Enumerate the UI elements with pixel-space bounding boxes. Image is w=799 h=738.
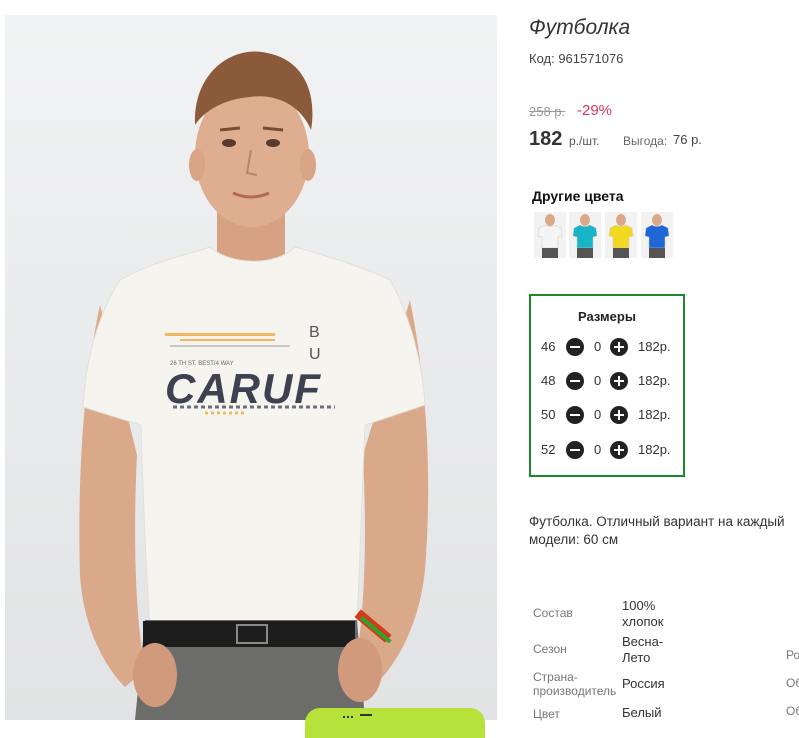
product-code: Код: 961571076 (529, 51, 624, 66)
cart-icon (343, 716, 353, 722)
product-photo[interactable]: 26 TH ST. BEST/4 WAY B U CARUF (5, 15, 497, 720)
spec-label-line: Страна- (533, 670, 578, 684)
spec-label-line: производитель (533, 684, 617, 698)
size-price: 182р. (638, 407, 671, 422)
sizes-panel: Размеры 46 0 182р. 48 0 182р. 50 0 182р.… (529, 294, 685, 477)
minus-icon (570, 449, 580, 451)
cut-off-label: Об (786, 704, 799, 718)
cart-label-fragment (360, 714, 372, 716)
decrease-quantity-button[interactable] (566, 372, 584, 390)
spec-value-line: хлопок (622, 614, 664, 629)
size-price: 182р. (638, 373, 671, 388)
spec-value-line: Россия (622, 676, 665, 691)
minus-icon (570, 346, 580, 348)
color-swatch-blue[interactable] (641, 212, 673, 258)
quantity-value: 0 (594, 442, 602, 457)
spec-value-line: Лето (622, 650, 651, 665)
size-label: 46 (541, 339, 556, 354)
swatch-model-image (534, 212, 566, 258)
price-unit: р./шт. (569, 134, 600, 148)
other-colors-title: Другие цвета (532, 188, 624, 204)
spec-value: 100% хлопок (622, 598, 663, 630)
description-line: модели: 60 см (529, 532, 619, 547)
quantity-value: 0 (594, 373, 602, 388)
spec-value: Весна- Лето (622, 634, 663, 666)
minus-icon (570, 380, 580, 382)
tshirt-letter-b: B (309, 324, 320, 341)
quantity-value: 0 (594, 339, 602, 354)
spec-label: Страна- производитель (533, 670, 616, 698)
size-label: 48 (541, 373, 556, 388)
saving-value: 76 р. (673, 132, 702, 147)
old-price: 258 р. (529, 104, 566, 119)
cut-off-label: Ро (786, 648, 799, 662)
spec-label: Состав (533, 606, 573, 620)
size-price: 182р. (638, 442, 671, 457)
tshirt-letter-u: U (309, 346, 321, 363)
increase-quantity-button[interactable] (610, 372, 628, 390)
spec-value: Россия (622, 676, 665, 692)
size-row: 46 0 182р. (531, 337, 683, 357)
add-to-cart-button[interactable] (305, 708, 485, 738)
decrease-quantity-button[interactable] (566, 441, 584, 459)
size-price: 182р. (638, 339, 671, 354)
increase-quantity-button[interactable] (610, 406, 628, 424)
size-row: 48 0 182р. (531, 371, 683, 391)
spec-label: Сезон (533, 642, 567, 656)
tshirt-brand-print: CARUF (165, 365, 322, 412)
cut-off-label: Об (786, 676, 799, 690)
increase-quantity-button[interactable] (610, 441, 628, 459)
swatch-model-image (569, 212, 601, 258)
decrease-quantity-button[interactable] (566, 406, 584, 424)
spec-label: Цвет (533, 707, 560, 721)
model-illustration: 26 TH ST. BEST/4 WAY B U CARUF (5, 15, 497, 720)
sizes-title: Размеры (578, 309, 636, 324)
swatch-model-image (641, 212, 673, 258)
spec-value-line: 100% (622, 598, 656, 613)
quantity-value: 0 (594, 407, 602, 422)
swatch-model-image (605, 212, 637, 258)
product-description: Футболка. Отличный вариант на каждый мод… (529, 513, 799, 549)
color-swatch-yellow[interactable] (605, 212, 637, 258)
size-label: 50 (541, 407, 556, 422)
increase-quantity-button[interactable] (610, 338, 628, 356)
spec-value-line: Белый (622, 705, 662, 720)
color-swatch-turquoise[interactable] (569, 212, 601, 258)
decrease-quantity-button[interactable] (566, 338, 584, 356)
size-row: 50 0 182р. (531, 405, 683, 425)
discount-badge: -29% (577, 102, 613, 119)
minus-icon (570, 414, 580, 416)
current-price: 182 (529, 128, 563, 150)
color-swatch-white[interactable] (534, 212, 566, 258)
product-title: Футболка (529, 16, 631, 39)
size-row: 52 0 182р. (531, 440, 683, 460)
description-line: Футболка. Отличный вариант на каждый (529, 514, 785, 529)
size-label: 52 (541, 442, 556, 457)
saving-label: Выгода: (623, 134, 668, 148)
spec-value: Белый (622, 705, 662, 721)
spec-value-line: Весна- (622, 634, 664, 649)
